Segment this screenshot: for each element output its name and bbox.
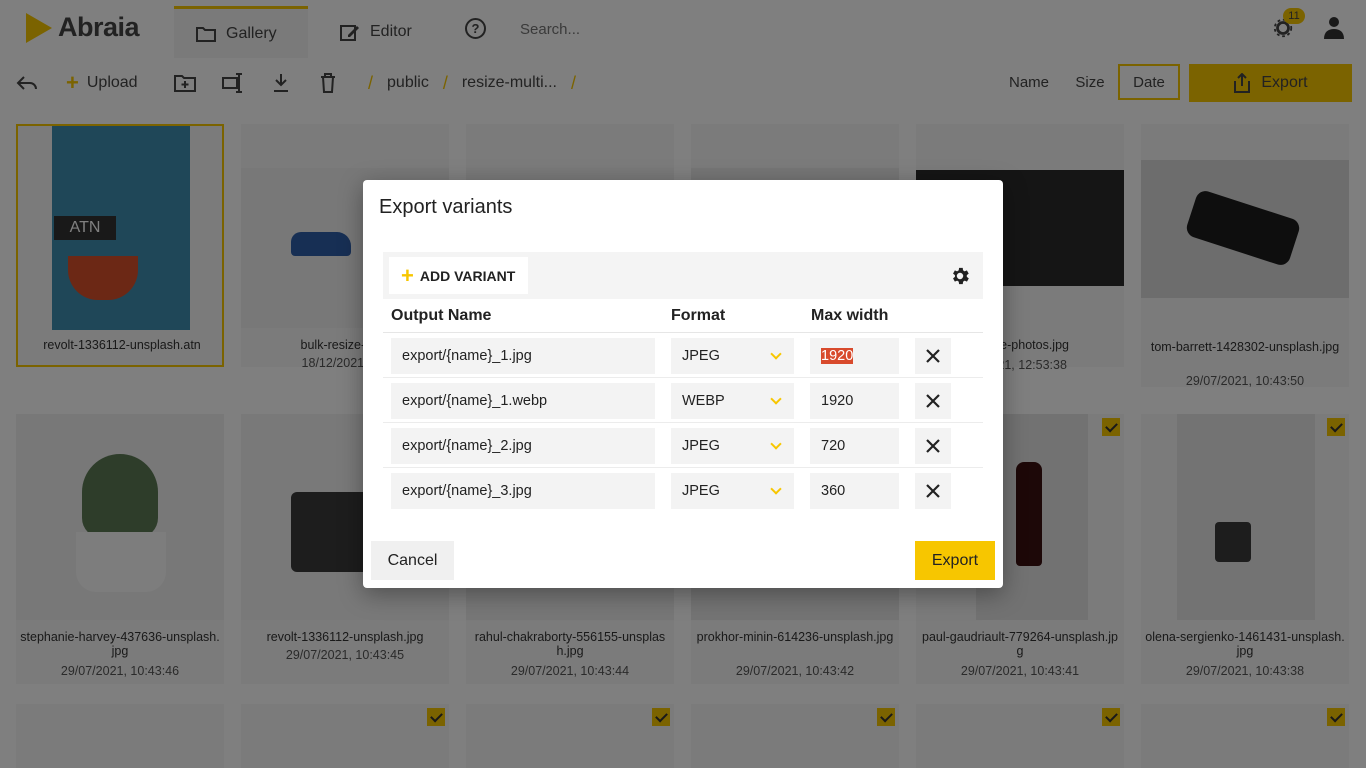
max-width-input[interactable]: 1920 (810, 338, 899, 374)
output-name-input[interactable] (391, 428, 655, 464)
output-name-input[interactable] (391, 383, 655, 419)
column-header-max-width: Max width (811, 307, 889, 324)
remove-variant-button[interactable] (915, 473, 951, 509)
format-value: WEBP (682, 393, 725, 409)
max-width-value: 720 (821, 438, 846, 454)
format-select[interactable]: WEBP (671, 383, 794, 419)
chevron-down-icon (770, 348, 782, 360)
variant-row: JPEG 720 (383, 423, 983, 468)
variant-toolbar: + ADD VARIANT (383, 252, 983, 299)
max-width-input[interactable]: 360 (810, 473, 899, 509)
format-value: JPEG (682, 483, 720, 499)
max-width-value: 360 (821, 483, 846, 499)
format-select[interactable]: JPEG (671, 473, 794, 509)
remove-variant-button[interactable] (915, 383, 951, 419)
variant-row: JPEG 1920 (383, 333, 983, 378)
close-icon (926, 349, 940, 363)
max-width-value: 1920 (821, 348, 854, 364)
export-variants-dialog: Export variants + ADD VARIANT Output Nam… (363, 180, 1003, 588)
column-header-output-name: Output Name (391, 307, 492, 324)
close-icon (926, 394, 940, 408)
add-variant-button[interactable]: + ADD VARIANT (389, 257, 528, 294)
column-header-format: Format (671, 307, 726, 324)
gear-icon[interactable] (949, 265, 971, 287)
variant-row: JPEG 360 (383, 468, 983, 513)
export-button[interactable]: Export (915, 541, 995, 580)
output-name-input[interactable] (391, 338, 655, 374)
output-name-input[interactable] (391, 473, 655, 509)
add-variant-label: ADD VARIANT (419, 267, 516, 284)
max-width-input[interactable]: 720 (810, 428, 899, 464)
cancel-button[interactable]: Cancel (371, 541, 454, 580)
close-icon (926, 484, 940, 498)
format-select[interactable]: JPEG (671, 428, 794, 464)
chevron-down-icon (770, 393, 782, 405)
max-width-input[interactable]: 1920 (810, 383, 899, 419)
plus-icon: + (401, 262, 414, 288)
format-value: JPEG (682, 438, 720, 454)
close-icon (926, 439, 940, 453)
format-value: JPEG (682, 348, 720, 364)
remove-variant-button[interactable] (915, 338, 951, 374)
max-width-value: 1920 (821, 393, 854, 409)
dialog-title: Export variants (379, 196, 513, 218)
remove-variant-button[interactable] (915, 428, 951, 464)
chevron-down-icon (770, 483, 782, 495)
variant-row: WEBP 1920 (383, 378, 983, 423)
chevron-down-icon (770, 438, 782, 450)
format-select[interactable]: JPEG (671, 338, 794, 374)
